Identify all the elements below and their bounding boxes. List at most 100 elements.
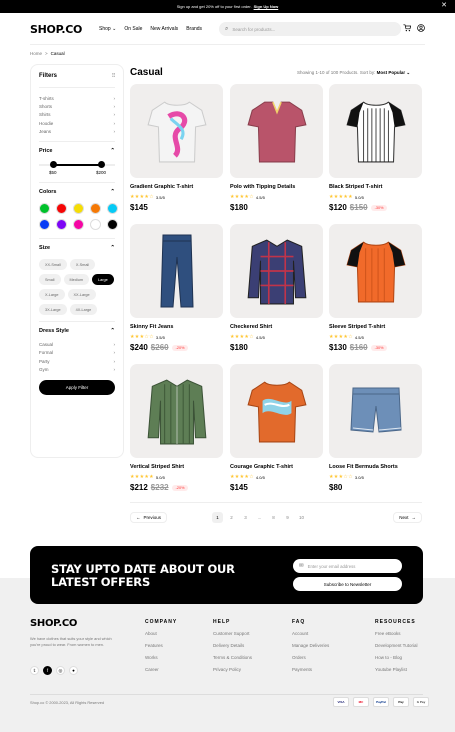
logo[interactable]: SHOP.CO	[30, 23, 82, 36]
product-image[interactable]	[130, 224, 223, 318]
footer-logo[interactable]: SHOP.CO	[30, 618, 77, 629]
category-hoodie[interactable]: Hoodie ›	[39, 119, 115, 127]
size-option[interactable]: XX-Small	[39, 259, 67, 271]
color-swatch[interactable]	[90, 203, 101, 215]
size-option[interactable]: Large	[92, 274, 114, 286]
price-min-handle[interactable]	[50, 161, 57, 169]
product-image[interactable]	[329, 364, 422, 458]
sliders-icon[interactable]: ⫶⫶	[112, 73, 115, 80]
page-number[interactable]: 8	[268, 512, 279, 523]
category-jeans[interactable]: Jeans ›	[39, 127, 115, 135]
search-input[interactable]: ⌕ Search for products...	[219, 22, 402, 36]
footer-link[interactable]: Career	[145, 667, 177, 679]
footer-link[interactable]: How to - Blog	[375, 655, 418, 667]
chevron-up-icon[interactable]: ⌃	[110, 148, 115, 154]
footer-link[interactable]: Features	[145, 643, 177, 655]
product-name[interactable]: Gradient Graphic T-shirt	[130, 184, 223, 190]
footer-link[interactable]: Terms & Conditions	[213, 655, 252, 667]
signup-link[interactable]: Sign Up Now	[254, 4, 279, 9]
footer-link[interactable]: Payments	[292, 667, 329, 679]
product-name[interactable]: Loose Fit Bermuda Shorts	[329, 464, 422, 470]
product-name[interactable]: Courage Graphic T-shirt	[230, 464, 323, 470]
color-swatch[interactable]	[107, 203, 118, 215]
page-number[interactable]: 10	[296, 512, 307, 523]
footer-link[interactable]: Delivery Details	[213, 643, 252, 655]
color-swatch[interactable]	[107, 219, 118, 231]
size-option[interactable]: X-Small	[69, 259, 96, 271]
product-card[interactable]: Skinny Fit Jeans ★★★☆☆ 3.5/5 $240 $260 -20%	[130, 224, 223, 352]
price-slider[interactable]	[39, 160, 115, 170]
chevron-up-icon[interactable]: ⌃	[110, 189, 115, 195]
style-casual[interactable]: Casual ›	[39, 340, 115, 348]
product-image[interactable]	[130, 84, 223, 178]
product-card[interactable]: Polo with Tipping Details ★★★★☆ 4.5/5 $180	[230, 84, 323, 212]
breadcrumb-home[interactable]: Home	[30, 51, 42, 56]
color-swatch[interactable]	[39, 203, 50, 215]
sort-dropdown[interactable]: Most Popular ⌄	[377, 70, 411, 75]
product-image[interactable]	[130, 364, 223, 458]
page-number[interactable]: 2	[226, 512, 237, 523]
apply-filter-button[interactable]: Apply Filter	[39, 379, 115, 395]
size-option[interactable]: 4X-Large	[69, 304, 98, 316]
footer-link[interactable]: Orders	[292, 655, 329, 667]
product-card[interactable]: Loose Fit Bermuda Shorts ★★★☆☆ 3.0/5 $80	[329, 364, 422, 492]
cart-icon[interactable]	[403, 24, 412, 34]
page-number[interactable]: 9	[282, 512, 293, 523]
footer-link[interactable]: Youtube Playlist	[375, 667, 418, 679]
product-card[interactable]: Checkered Shirt ★★★★☆ 4.5/5 $180	[230, 224, 323, 352]
footer-link[interactable]: Development Tutorial	[375, 643, 418, 655]
footer-link[interactable]: About	[145, 631, 177, 643]
product-name[interactable]: Skinny Fit Jeans	[130, 324, 223, 330]
page-number[interactable]: 3	[240, 512, 251, 523]
product-card[interactable]: Courage Graphic T-shirt ★★★★☆ 4.0/5 $145	[230, 364, 323, 492]
color-swatch[interactable]	[90, 219, 101, 231]
footer-link[interactable]: Manage Deliveries	[292, 643, 329, 655]
product-image[interactable]	[230, 364, 323, 458]
footer-link[interactable]: Free eBooks	[375, 631, 418, 643]
facebook-icon[interactable]: f	[43, 666, 52, 675]
product-image[interactable]	[329, 84, 422, 178]
nav-shop[interactable]: Shop ⌄	[99, 26, 116, 32]
instagram-icon[interactable]: ◎	[56, 666, 65, 675]
next-button[interactable]: Next →	[393, 511, 422, 523]
category-shorts[interactable]: Shorts ›	[39, 102, 115, 110]
page-number[interactable]: 1	[212, 511, 224, 523]
size-option[interactable]: Medium	[63, 274, 90, 286]
size-option[interactable]: XX-Large	[67, 289, 96, 301]
color-swatch[interactable]	[56, 219, 67, 231]
product-name[interactable]: Polo with Tipping Details	[230, 184, 323, 190]
size-option[interactable]: X-Large	[39, 289, 65, 301]
price-max-handle[interactable]	[98, 161, 105, 169]
subscribe-button[interactable]: Subscribe to Newsletter	[293, 577, 402, 591]
product-image[interactable]	[230, 84, 323, 178]
size-option[interactable]: Small	[39, 274, 61, 286]
previous-button[interactable]: ← Previous	[130, 511, 168, 523]
style-party[interactable]: Party ›	[39, 357, 115, 365]
close-icon[interactable]: ✕	[441, 2, 447, 10]
size-option[interactable]: 3X-Large	[39, 304, 67, 316]
twitter-icon[interactable]: 𝕥	[30, 666, 39, 675]
footer-link[interactable]: Privacy Policy	[213, 667, 252, 679]
nav-brands[interactable]: Brands	[186, 26, 202, 32]
nav-new-arrivals[interactable]: New Arrivals	[150, 26, 178, 32]
color-swatch[interactable]	[73, 203, 84, 215]
color-swatch[interactable]	[73, 219, 84, 231]
footer-link[interactable]: Works	[145, 655, 177, 667]
product-card[interactable]: Vertical Striped Shirt ★★★★★ 5.0/5 $212 $232…	[130, 364, 223, 492]
email-field[interactable]: ✉ Enter your email address	[293, 559, 402, 573]
chevron-up-icon[interactable]: ⌃	[110, 245, 115, 251]
product-name[interactable]: Checkered Shirt	[230, 324, 323, 330]
style-formal[interactable]: Formal ›	[39, 349, 115, 357]
github-icon[interactable]: ●	[69, 666, 78, 675]
color-swatch[interactable]	[39, 219, 50, 231]
footer-link[interactable]: Account	[292, 631, 329, 643]
product-name[interactable]: Sleeve Striped T-shirt	[329, 324, 422, 330]
product-name[interactable]: Black Striped T-shirt	[329, 184, 422, 190]
product-card[interactable]: Black Striped T-shirt ★★★★★ 5.0/5 $120 $150-…	[329, 84, 422, 212]
product-card[interactable]: Sleeve Striped T-shirt ★★★★☆ 4.5/5 $130 $160…	[329, 224, 422, 352]
footer-link[interactable]: Customer Support	[213, 631, 252, 643]
chevron-up-icon[interactable]: ⌃	[110, 328, 115, 334]
user-icon[interactable]	[417, 24, 425, 34]
color-swatch[interactable]	[56, 203, 67, 215]
nav-on-sale[interactable]: On Sale	[124, 26, 142, 32]
